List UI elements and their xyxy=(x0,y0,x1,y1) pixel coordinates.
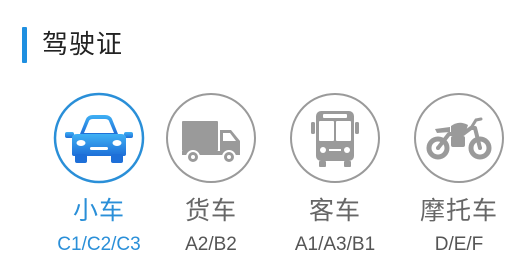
vehicle-option-motorcycle[interactable]: 摩托车 D/E/F xyxy=(394,92,524,272)
license-class-label: D/E/F xyxy=(434,234,484,255)
truck-icon xyxy=(165,92,257,184)
vehicle-type-label: 货车 xyxy=(184,196,237,225)
vehicle-type-label: 客车 xyxy=(308,196,361,225)
license-class-label: A2/B2 xyxy=(185,234,237,255)
vehicle-option-bus[interactable]: 客车 A1/A3/B1 xyxy=(270,92,400,272)
license-class-label: A1/A3/B1 xyxy=(294,234,376,255)
vehicle-option-truck[interactable]: 货车 A2/B2 xyxy=(146,92,276,272)
section-title: 驾驶证 xyxy=(42,30,124,60)
accent-bar xyxy=(22,27,27,63)
vehicle-type-label: 摩托车 xyxy=(419,196,498,225)
bus-icon xyxy=(289,92,381,184)
vehicle-option-car[interactable]: 小车 C1/C2/C3 xyxy=(34,92,164,272)
license-class-label: C1/C2/C3 xyxy=(57,234,141,255)
vehicle-type-label: 小车 xyxy=(72,196,125,225)
section-header: 驾驶证 xyxy=(22,26,123,64)
motorcycle-icon xyxy=(413,92,505,184)
car-icon xyxy=(53,92,145,184)
vehicle-type-selector: 小车 C1/C2/C3 货车 A2/B2 客车 A1/A3/B1 摩托车 D/E… xyxy=(0,92,528,272)
